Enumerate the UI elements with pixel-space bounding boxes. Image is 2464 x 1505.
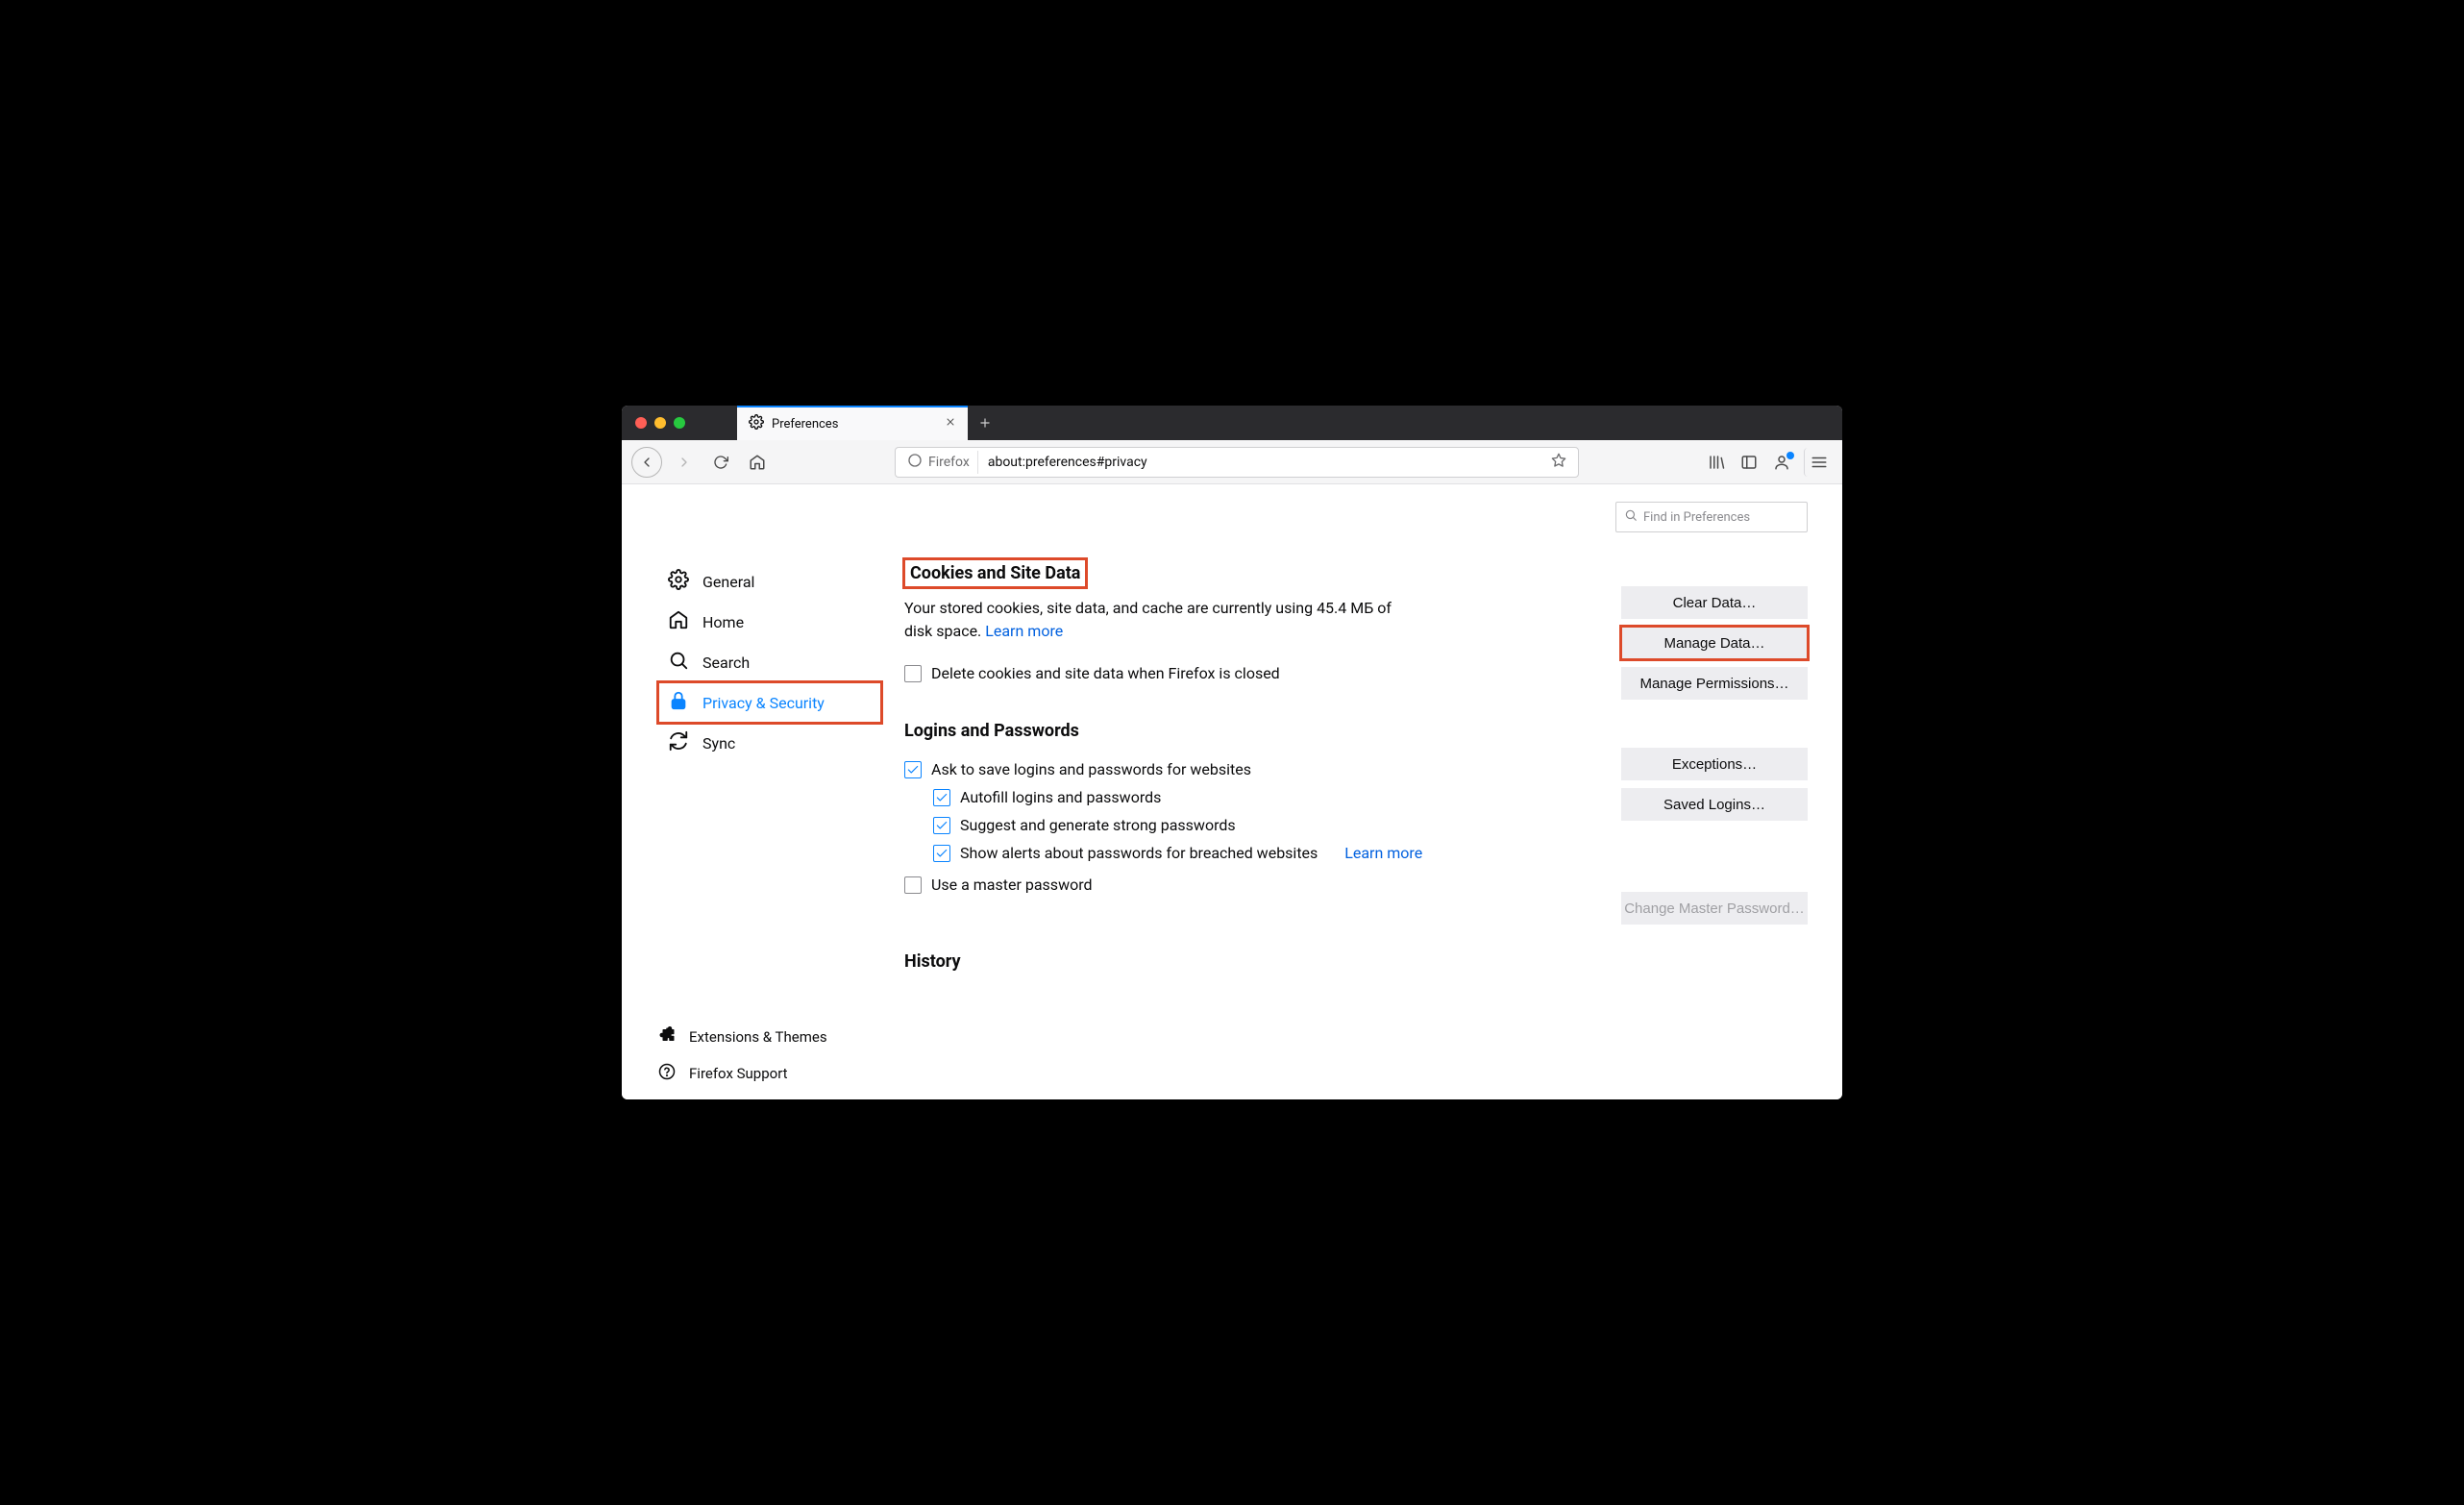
logins-learn-more-link[interactable]: Learn more — [1344, 844, 1422, 862]
sidebar-item-search[interactable]: Search — [658, 642, 881, 682]
account-button[interactable] — [1767, 448, 1796, 477]
close-tab-icon[interactable] — [945, 416, 956, 432]
preferences-main: Cookies and Site Data Your stored cookie… — [881, 484, 1842, 1099]
url-bar[interactable]: Firefox about:preferences#privacy — [895, 447, 1579, 478]
close-window-button[interactable] — [635, 417, 647, 429]
url-text: about:preferences#privacy — [978, 455, 1543, 470]
checkbox-label: Use a master password — [931, 876, 1093, 894]
checkbox-ask-save[interactable] — [904, 761, 922, 778]
checkbox-delete-on-close[interactable] — [904, 665, 922, 682]
gear-icon — [668, 569, 689, 594]
section-logins: Logins and Passwords Ask to save logins … — [904, 721, 1808, 894]
nav-toolbar: Firefox about:preferences#privacy — [622, 440, 1842, 484]
sidebar-item-label: Home — [702, 613, 744, 631]
search-icon — [668, 650, 689, 675]
change-master-password-button: Change Master Password… — [1621, 892, 1808, 925]
sidebar-item-label: Privacy & Security — [702, 694, 825, 712]
site-identity[interactable]: Firefox — [899, 451, 978, 474]
section-cookies: Cookies and Site Data Your stored cookie… — [904, 559, 1808, 682]
sidebar-toggle-button[interactable] — [1735, 448, 1763, 477]
checkbox-master-password[interactable] — [904, 876, 922, 894]
new-tab-button[interactable] — [968, 406, 1002, 440]
tab-preferences[interactable]: Preferences — [737, 406, 968, 440]
reload-button[interactable] — [706, 448, 735, 477]
exceptions-button[interactable]: Exceptions… — [1621, 748, 1808, 780]
checkbox-label: Show alerts about passwords for breached… — [960, 844, 1318, 862]
home-icon — [668, 609, 689, 634]
manage-data-button[interactable]: Manage Data… — [1621, 627, 1808, 659]
checkbox-label: Delete cookies and site data when Firefo… — [931, 664, 1280, 682]
titlebar: Preferences — [622, 406, 1842, 440]
sidebar-footer-label: Extensions & Themes — [689, 1028, 827, 1046]
forward-button[interactable] — [670, 448, 699, 477]
find-placeholder: Find in Preferences — [1643, 510, 1750, 525]
bookmark-star-icon[interactable] — [1543, 453, 1574, 472]
identity-label: Firefox — [928, 455, 970, 470]
zoom-window-button[interactable] — [674, 417, 685, 429]
history-heading: History — [904, 951, 961, 972]
browser-window: Preferences Firefox — [622, 406, 1842, 1099]
puzzle-icon — [658, 1026, 676, 1048]
sidebar-item-label: General — [702, 573, 754, 591]
section-history: History — [904, 951, 1808, 981]
minimize-window-button[interactable] — [654, 417, 666, 429]
back-button[interactable] — [631, 447, 662, 478]
sidebar-item-label: Sync — [702, 734, 735, 752]
manage-permissions-button[interactable]: Manage Permissions… — [1621, 667, 1808, 700]
checkbox-suggest[interactable] — [933, 817, 950, 834]
logins-heading: Logins and Passwords — [904, 721, 1079, 741]
gear-icon — [749, 414, 764, 433]
sidebar-item-label: Search — [702, 654, 750, 672]
lock-icon — [668, 690, 689, 715]
library-button[interactable] — [1702, 448, 1731, 477]
sidebar-item-privacy-security[interactable]: Privacy & Security — [658, 682, 881, 723]
clear-data-button[interactable]: Clear Data… — [1621, 586, 1808, 619]
sidebar-item-home[interactable]: Home — [658, 602, 881, 642]
cookies-learn-more-link[interactable]: Learn more — [985, 622, 1063, 640]
checkbox-alerts[interactable] — [933, 845, 950, 862]
checkbox-label: Autofill logins and passwords — [960, 788, 1161, 806]
cookies-heading: Cookies and Site Data — [904, 559, 1086, 587]
sidebar-firefox-support[interactable]: Firefox Support — [658, 1063, 881, 1084]
window-controls — [622, 406, 737, 440]
notification-dot-icon — [1786, 452, 1794, 459]
sidebar-item-sync[interactable]: Sync — [658, 723, 881, 763]
preferences-page: Find in Preferences General Home — [622, 484, 1842, 1099]
tab-title: Preferences — [772, 417, 838, 432]
preferences-sidebar: General Home Search Privacy & Security — [622, 484, 881, 1099]
saved-logins-button[interactable]: Saved Logins… — [1621, 788, 1808, 821]
sync-icon — [668, 730, 689, 755]
help-icon — [658, 1063, 676, 1084]
app-menu-button[interactable] — [1804, 448, 1833, 477]
sidebar-item-general[interactable]: General — [658, 561, 881, 602]
cookies-description: Your stored cookies, site data, and cach… — [904, 599, 1392, 640]
checkbox-label: Ask to save logins and passwords for web… — [931, 760, 1251, 778]
find-in-preferences[interactable]: Find in Preferences — [1615, 502, 1808, 532]
sidebar-footer-label: Firefox Support — [689, 1065, 788, 1082]
checkbox-autofill[interactable] — [933, 789, 950, 806]
home-button[interactable] — [743, 448, 772, 477]
checkbox-label: Suggest and generate strong passwords — [960, 816, 1236, 834]
firefox-icon — [907, 453, 923, 472]
sidebar-extensions-themes[interactable]: Extensions & Themes — [658, 1026, 881, 1048]
search-icon — [1624, 508, 1638, 526]
